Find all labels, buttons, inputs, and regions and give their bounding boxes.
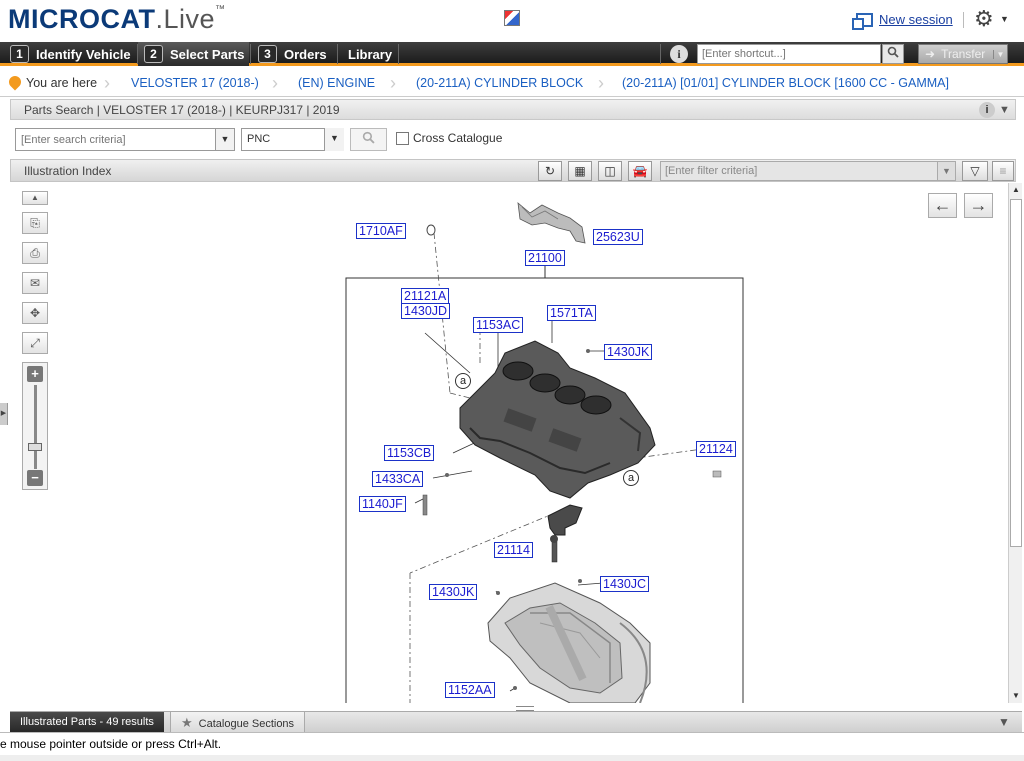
chevron-down-icon[interactable]: ▼: [999, 104, 1010, 116]
search-button[interactable]: [350, 128, 387, 151]
status-message: e mouse pointer outside or press Ctrl+Al…: [0, 737, 222, 751]
info-icon[interactable]: i: [670, 45, 688, 63]
pnc-label[interactable]: 1433CA: [372, 471, 424, 487]
nav-divider: [398, 44, 399, 64]
chevron-down-icon[interactable]: ▼: [1000, 14, 1009, 24]
tab-orders[interactable]: 3 Orders: [252, 42, 336, 66]
search-history-dropdown[interactable]: ▼: [215, 128, 235, 151]
grid-view-icon[interactable]: ▦: [568, 161, 592, 181]
chevron-down-icon[interactable]: ▼: [998, 715, 1010, 729]
chevron-down-icon[interactable]: ▼: [993, 49, 1007, 59]
callout-marker: a: [455, 373, 471, 389]
nav-divider: [250, 44, 251, 64]
cross-catalogue-checkbox[interactable]: [396, 132, 409, 145]
tab-select-parts[interactable]: 2 Select Parts: [138, 42, 249, 66]
breadcrumb-item-engine[interactable]: (EN) ENGINE: [298, 69, 375, 97]
parts-search-header: Parts Search | VELOSTER 17 (2018-) | KEU…: [10, 99, 1016, 120]
breadcrumb-chevron-icon: ›: [272, 73, 278, 93]
pnc-label[interactable]: 1710AF: [356, 223, 406, 239]
filter-icon[interactable]: ▽: [962, 161, 988, 181]
baffle-part: [517, 202, 586, 244]
pnc-label[interactable]: 1153AC: [473, 317, 524, 333]
vertical-scrollbar[interactable]: ▲ ▼: [1008, 183, 1022, 703]
breadcrumb-chevron-icon: ›: [598, 73, 604, 93]
scroll-down-icon[interactable]: ▼: [1009, 689, 1023, 703]
info-icon[interactable]: i: [979, 102, 995, 118]
tab-identify-vehicle[interactable]: 1 Identify Vehicle: [4, 42, 135, 66]
chevron-down-icon[interactable]: ▼: [324, 128, 344, 151]
vehicle-icon[interactable]: 🚘: [628, 161, 652, 181]
breadcrumb-chevron-icon: ›: [104, 73, 110, 93]
status-bar: e mouse pointer outside or press Ctrl+Al…: [0, 732, 1024, 761]
pnc-label[interactable]: 21121A: [401, 288, 450, 304]
illustration-index-title: Illustration Index: [24, 164, 112, 178]
new-window-icon: [852, 12, 873, 30]
search-row: ▼ PNC ▼ Cross Catalogue: [10, 121, 1016, 158]
pnc-label[interactable]: 21124: [696, 441, 736, 457]
pnc-label[interactable]: 1430JD: [401, 303, 451, 319]
tab-library[interactable]: Library: [342, 42, 397, 66]
breadcrumb-you-are-here: You are here: [26, 76, 98, 90]
oil-pan-part: [487, 582, 651, 703]
main-nav-bar: 1 Identify Vehicle 2 Select Parts 3 Orde…: [0, 42, 1024, 66]
breadcrumb: You are here › VELOSTER 17 (2018-) › (EN…: [0, 69, 1024, 97]
tab-catalogue-sections[interactable]: ★ Catalogue Sections: [170, 712, 306, 733]
bottom-tab-bar: Illustrated Parts - 49 results ★ Catalogu…: [10, 706, 1022, 733]
app-status-icon[interactable]: [504, 10, 520, 26]
plug-part: [426, 224, 436, 236]
scrollbar-thumb[interactable]: [1010, 199, 1022, 547]
microcat-logo: MICROCAT.Live™: [8, 4, 226, 34]
cross-catalogue-label: Cross Catalogue: [413, 131, 503, 145]
transfer-button[interactable]: ➜ Transfer ▼: [918, 44, 1008, 64]
pnc-label[interactable]: 1430JK: [429, 584, 478, 600]
pnc-label[interactable]: 1430JK: [604, 344, 653, 360]
split-view-icon[interactable]: ◫: [598, 161, 622, 181]
pnc-label[interactable]: 1153CB: [384, 445, 435, 461]
status-bar-strip: [0, 755, 1024, 761]
star-icon: ★: [181, 715, 193, 730]
breadcrumb-item-vehicle[interactable]: VELOSTER 17 (2018-): [131, 69, 259, 97]
chevron-down-icon[interactable]: ▼: [937, 161, 956, 181]
breadcrumb-item-illustration[interactable]: (20-211A) [01/01] CYLINDER BLOCK [1600 C…: [622, 69, 949, 97]
new-session-link[interactable]: New session: [852, 12, 953, 30]
search-icon: [887, 46, 899, 58]
breadcrumb-item-section[interactable]: (20-211A) CYLINDER BLOCK: [416, 69, 583, 97]
refresh-icon[interactable]: ↻: [538, 161, 562, 181]
expand-panel-handle[interactable]: ▶: [0, 403, 8, 425]
list-view-icon[interactable]: ≡: [992, 161, 1014, 181]
pnc-label[interactable]: 21114: [494, 542, 533, 558]
shortcut-input[interactable]: [697, 44, 881, 64]
tab-illustrated-parts[interactable]: Illustrated Parts - 49 results: [10, 712, 164, 733]
illustration-index-toolbar: Illustration Index ↻ ▦ ◫ 🚘 [Enter filter…: [10, 159, 1016, 182]
pnc-label[interactable]: 1140JF: [359, 496, 406, 512]
pnc-label[interactable]: 25623U: [593, 229, 643, 245]
pnc-label[interactable]: 1152AA: [445, 682, 495, 698]
callout-marker: a: [623, 470, 639, 486]
filter-input[interactable]: [Enter filter criteria]: [660, 161, 938, 181]
transfer-arrow-icon: ➜: [925, 47, 936, 61]
exploded-parts-diagram: [345, 202, 744, 703]
illustration-canvas[interactable]: ▲ ⎘ ⎙ ✉ ✥ ⤢ + − ← → 1710AF 25623U 21100 …: [10, 183, 1008, 703]
resize-grip[interactable]: [516, 706, 534, 711]
search-input[interactable]: [15, 128, 217, 151]
search-icon: [362, 131, 375, 144]
new-session-label[interactable]: New session: [879, 12, 953, 27]
scroll-up-icon[interactable]: ▲: [1009, 183, 1023, 197]
nav-divider: [337, 44, 338, 64]
gear-icon[interactable]: ⚙: [974, 8, 994, 30]
pnc-label[interactable]: 1430JC: [600, 576, 650, 592]
pnc-label[interactable]: 1571TA: [547, 305, 596, 321]
app-header: MICROCAT.Live™ New session ⚙ ▼: [0, 0, 1024, 42]
shortcut-search-button[interactable]: [882, 44, 904, 64]
header-divider: [963, 12, 964, 28]
location-pin-icon: [6, 73, 24, 91]
breadcrumb-chevron-icon: ›: [390, 73, 396, 93]
parts-search-title: Parts Search | VELOSTER 17 (2018-) | KEU…: [24, 103, 340, 117]
pnc-label[interactable]: 21100: [525, 250, 565, 266]
nav-divider: [660, 44, 661, 64]
